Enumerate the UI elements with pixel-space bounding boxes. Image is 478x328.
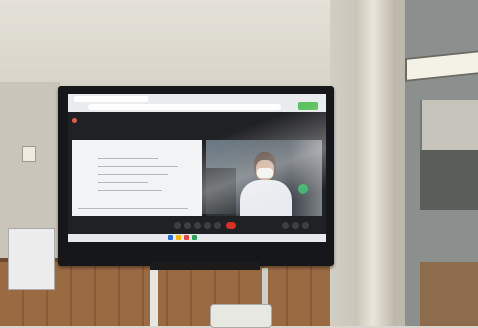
participants-icon[interactable] [282,222,289,229]
doc-line [98,166,178,167]
window-glow [290,140,322,216]
background-shelf [206,168,236,216]
camera-icon[interactable] [184,222,191,229]
tv-stand-pole-left [150,268,158,326]
doc-line [98,190,162,191]
side-board [8,228,55,290]
tv-speaker-bar [150,262,260,270]
light-switch [22,146,36,162]
participant-video [206,140,322,216]
taskbar-app-icon[interactable] [184,235,189,240]
doc-line [98,182,148,183]
face-mask [257,168,273,178]
captions-icon[interactable] [194,222,201,229]
more-options-icon[interactable] [214,222,221,229]
activities-icon[interactable] [302,222,309,229]
desk [420,262,478,326]
os-taskbar [68,234,326,242]
phone-hangup-icon[interactable] [226,222,236,229]
doc-line [98,174,168,175]
participant-body [240,180,292,216]
presenting-indicator-icon [298,184,308,194]
doc-line [98,158,158,159]
doc-line [78,208,188,209]
cabinet-shelf [420,150,478,210]
present-icon[interactable] [204,222,211,229]
curtain [358,0,396,326]
recording-dot-icon [72,118,77,123]
address-bar [88,104,281,110]
browser-tab [74,96,148,102]
chat-icon[interactable] [292,222,299,229]
taskbar-app-icon[interactable] [168,235,173,240]
taskbar-app-icon[interactable] [176,235,181,240]
mic-icon[interactable] [174,222,181,229]
floor-device [210,304,272,328]
taskbar-app-icon[interactable] [192,235,197,240]
shared-document-pane [72,140,202,216]
browser-badge [298,102,318,110]
tv-screen [68,94,326,242]
